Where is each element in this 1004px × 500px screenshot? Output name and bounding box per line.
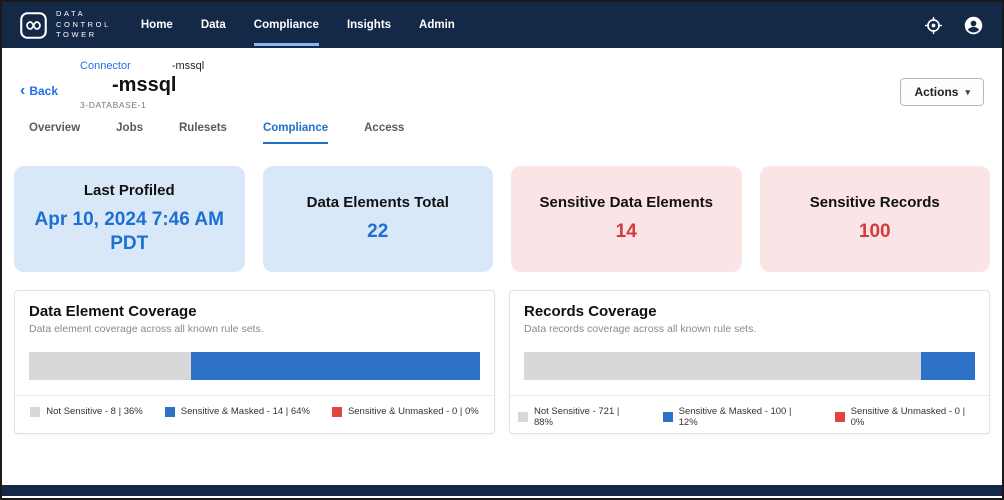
legend-swatch-gray xyxy=(30,407,40,417)
legend-item-not-sensitive: Not Sensitive - 8 | 36% xyxy=(30,406,142,417)
legend-item-sensitive-unmasked: Sensitive & Unmasked - 0 | 0% xyxy=(835,406,981,428)
breadcrumb-name: -mssql xyxy=(172,60,204,72)
brand-line-3: TOWER xyxy=(56,30,111,41)
bar-segment-sensitive-masked xyxy=(191,352,480,380)
breadcrumb: Connector -mssql xyxy=(80,60,204,72)
coverage-panels-row: Data Element Coverage Data element cover… xyxy=(14,290,990,434)
legend-item-sensitive-masked: Sensitive & Masked - 100 | 12% xyxy=(663,406,813,428)
stat-cards-row: Last Profiled Apr 10, 2024 7:46 AM PDT D… xyxy=(14,166,990,272)
brand-wordmark: DATA CONTROL TOWER xyxy=(56,9,111,42)
stat-card-last-profiled: Last Profiled Apr 10, 2024 7:46 AM PDT xyxy=(14,166,245,272)
brand-line-1: DATA xyxy=(56,9,111,20)
page-title: -mssql xyxy=(112,74,204,97)
nav-compliance[interactable]: Compliance xyxy=(254,4,319,46)
legend: Not Sensitive - 721 | 88% Sensitive & Ma… xyxy=(510,395,989,428)
nav-insights[interactable]: Insights xyxy=(347,4,391,46)
back-link[interactable]: ‹ Back xyxy=(20,84,58,98)
nav-admin[interactable]: Admin xyxy=(419,4,455,46)
brand-line-2: CONTROL xyxy=(56,20,111,31)
stacked-coverage-bar xyxy=(524,352,975,380)
panel-subtitle: Data element coverage across all known r… xyxy=(29,323,480,335)
top-icons xyxy=(924,15,984,36)
page-header: ‹ Back Connector -mssql -mssql 3-DATABAS… xyxy=(2,48,1002,110)
legend-label: Sensitive & Unmasked - 0 | 0% xyxy=(851,406,981,428)
legend-label: Sensitive & Unmasked - 0 | 0% xyxy=(348,406,479,417)
top-nav-bar: DATA CONTROL TOWER Home Data Compliance … xyxy=(2,2,1002,48)
stat-card-title: Sensitive Records xyxy=(810,194,940,211)
tab-access[interactable]: Access xyxy=(364,122,404,144)
panel-records-coverage: Records Coverage Data records coverage a… xyxy=(509,290,990,434)
stat-card-value: 14 xyxy=(616,220,637,244)
chevron-down-icon: ▾ xyxy=(965,87,970,98)
panel-title: Records Coverage xyxy=(524,303,975,320)
detail-tabs: Overview Jobs Rulesets Compliance Access xyxy=(2,110,1002,144)
legend-label: Sensitive & Masked - 14 | 64% xyxy=(181,406,310,417)
legend-swatch-red xyxy=(332,407,342,417)
tab-compliance[interactable]: Compliance xyxy=(263,122,328,144)
legend-label: Sensitive & Masked - 100 | 12% xyxy=(679,406,813,428)
tab-jobs[interactable]: Jobs xyxy=(116,122,143,144)
stat-card-title: Last Profiled xyxy=(84,182,175,199)
back-chevron-icon: ‹ xyxy=(20,86,25,96)
back-label: Back xyxy=(29,84,58,98)
stat-card-title: Sensitive Data Elements xyxy=(540,194,713,211)
stat-card-data-elements-total: Data Elements Total 22 xyxy=(263,166,494,272)
legend-swatch-gray xyxy=(518,412,528,422)
app-logo[interactable]: DATA CONTROL TOWER xyxy=(20,9,111,42)
stacked-coverage-bar xyxy=(29,352,480,380)
bar-segment-not-sensitive xyxy=(524,352,921,380)
legend: Not Sensitive - 8 | 36% Sensitive & Mask… xyxy=(15,395,494,417)
actions-button[interactable]: Actions ▾ xyxy=(900,78,984,106)
settings-target-icon[interactable] xyxy=(924,16,943,35)
nav-data[interactable]: Data xyxy=(201,4,226,46)
stat-card-value: 100 xyxy=(859,220,891,244)
nav-home[interactable]: Home xyxy=(141,4,173,46)
stat-card-title: Data Elements Total xyxy=(307,194,449,211)
breadcrumb-connector-link[interactable]: Connector xyxy=(80,60,131,72)
legend-swatch-blue xyxy=(663,412,673,422)
page-subtitle: 3-DATABASE-1 xyxy=(80,100,204,110)
bar-segment-sensitive-masked xyxy=(921,352,975,380)
title-block: Connector -mssql -mssql 3-DATABASE-1 xyxy=(80,60,204,110)
legend-item-not-sensitive: Not Sensitive - 721 | 88% xyxy=(518,406,641,428)
tab-overview[interactable]: Overview xyxy=(29,122,80,144)
actions-button-label: Actions xyxy=(914,85,958,99)
legend-item-sensitive-masked: Sensitive & Masked - 14 | 64% xyxy=(165,406,310,417)
stat-card-sensitive-data-elements: Sensitive Data Elements 14 xyxy=(511,166,742,272)
stat-card-value: Apr 10, 2024 7:46 AM PDT xyxy=(26,208,233,256)
panel-title: Data Element Coverage xyxy=(29,303,480,320)
legend-label: Not Sensitive - 721 | 88% xyxy=(534,406,641,428)
legend-item-sensitive-unmasked: Sensitive & Unmasked - 0 | 0% xyxy=(332,406,479,417)
account-icon[interactable] xyxy=(963,15,984,36)
stat-card-value: 22 xyxy=(367,220,388,244)
legend-swatch-red xyxy=(835,412,845,422)
legend-label: Not Sensitive - 8 | 36% xyxy=(46,406,142,417)
infinity-logo-icon xyxy=(20,12,47,39)
tab-rulesets[interactable]: Rulesets xyxy=(179,122,227,144)
primary-nav: Home Data Compliance Insights Admin xyxy=(141,4,455,46)
footer-bar xyxy=(2,485,1002,496)
app-window: DATA CONTROL TOWER Home Data Compliance … xyxy=(0,0,1004,500)
stat-card-sensitive-records: Sensitive Records 100 xyxy=(760,166,991,272)
legend-swatch-blue xyxy=(165,407,175,417)
panel-data-element-coverage: Data Element Coverage Data element cover… xyxy=(14,290,495,434)
bar-segment-not-sensitive xyxy=(29,352,191,380)
panel-subtitle: Data records coverage across all known r… xyxy=(524,323,975,335)
